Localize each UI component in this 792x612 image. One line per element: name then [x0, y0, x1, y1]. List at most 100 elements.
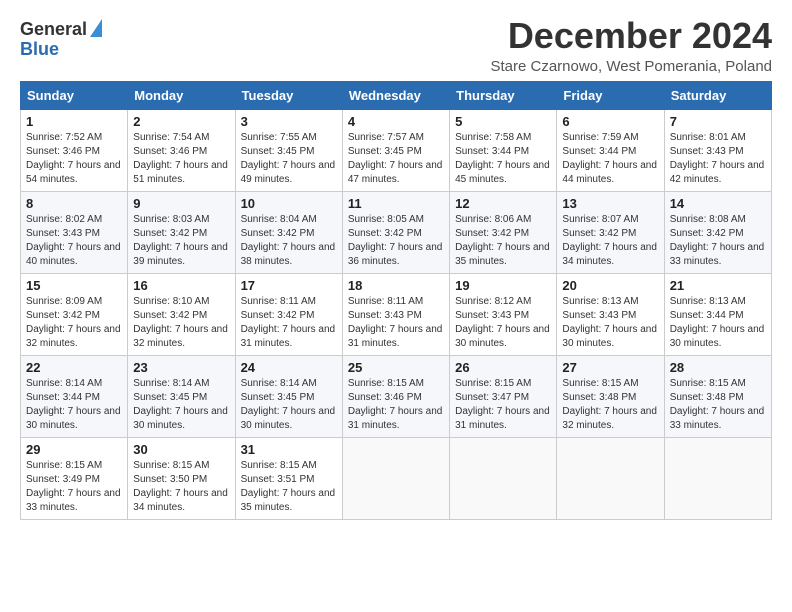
col-thursday: Thursday [450, 81, 557, 109]
header-row: Sunday Monday Tuesday Wednesday Thursday… [21, 81, 772, 109]
calendar-week-row: 15 Sunrise: 8:09 AMSunset: 3:42 PMDaylig… [21, 273, 772, 355]
day-info: Sunrise: 7:58 AMSunset: 3:44 PMDaylight:… [455, 131, 551, 187]
table-row: 3 Sunrise: 7:55 AMSunset: 3:45 PMDayligh… [235, 109, 342, 191]
day-number: 11 [348, 196, 444, 211]
table-row: 17 Sunrise: 8:11 AMSunset: 3:42 PMDaylig… [235, 273, 342, 355]
day-number: 20 [562, 278, 658, 293]
day-number: 31 [241, 442, 337, 457]
table-row [664, 437, 771, 519]
day-number: 10 [241, 196, 337, 211]
day-number: 6 [562, 114, 658, 129]
logo-general: General [20, 20, 87, 40]
calendar-week-row: 22 Sunrise: 8:14 AMSunset: 3:44 PMDaylig… [21, 355, 772, 437]
table-row: 4 Sunrise: 7:57 AMSunset: 3:45 PMDayligh… [342, 109, 449, 191]
day-number: 3 [241, 114, 337, 129]
day-number: 5 [455, 114, 551, 129]
table-row: 27 Sunrise: 8:15 AMSunset: 3:48 PMDaylig… [557, 355, 664, 437]
day-number: 25 [348, 360, 444, 375]
table-row: 7 Sunrise: 8:01 AMSunset: 3:43 PMDayligh… [664, 109, 771, 191]
day-number: 7 [670, 114, 766, 129]
table-row: 22 Sunrise: 8:14 AMSunset: 3:44 PMDaylig… [21, 355, 128, 437]
table-row: 8 Sunrise: 8:02 AMSunset: 3:43 PMDayligh… [21, 191, 128, 273]
table-row [450, 437, 557, 519]
location-subtitle: Stare Czarnowo, West Pomerania, Poland [490, 58, 772, 75]
calendar-table: Sunday Monday Tuesday Wednesday Thursday… [20, 81, 772, 520]
table-row: 1 Sunrise: 7:52 AMSunset: 3:46 PMDayligh… [21, 109, 128, 191]
table-row: 10 Sunrise: 8:04 AMSunset: 3:42 PMDaylig… [235, 191, 342, 273]
table-row: 15 Sunrise: 8:09 AMSunset: 3:42 PMDaylig… [21, 273, 128, 355]
day-info: Sunrise: 8:03 AMSunset: 3:42 PMDaylight:… [133, 213, 229, 269]
table-row: 24 Sunrise: 8:14 AMSunset: 3:45 PMDaylig… [235, 355, 342, 437]
day-number: 24 [241, 360, 337, 375]
col-wednesday: Wednesday [342, 81, 449, 109]
month-title: December 2024 [490, 16, 772, 56]
table-row: 16 Sunrise: 8:10 AMSunset: 3:42 PMDaylig… [128, 273, 235, 355]
day-info: Sunrise: 8:15 AMSunset: 3:51 PMDaylight:… [241, 459, 337, 515]
table-row: 12 Sunrise: 8:06 AMSunset: 3:42 PMDaylig… [450, 191, 557, 273]
day-number: 27 [562, 360, 658, 375]
day-number: 23 [133, 360, 229, 375]
day-number: 29 [26, 442, 122, 457]
table-row: 29 Sunrise: 8:15 AMSunset: 3:49 PMDaylig… [21, 437, 128, 519]
day-info: Sunrise: 7:55 AMSunset: 3:45 PMDaylight:… [241, 131, 337, 187]
day-info: Sunrise: 8:14 AMSunset: 3:44 PMDaylight:… [26, 377, 122, 433]
day-number: 8 [26, 196, 122, 211]
day-info: Sunrise: 7:52 AMSunset: 3:46 PMDaylight:… [26, 131, 122, 187]
day-info: Sunrise: 8:12 AMSunset: 3:43 PMDaylight:… [455, 295, 551, 351]
table-row: 21 Sunrise: 8:13 AMSunset: 3:44 PMDaylig… [664, 273, 771, 355]
table-row: 9 Sunrise: 8:03 AMSunset: 3:42 PMDayligh… [128, 191, 235, 273]
logo: General Blue [20, 20, 102, 60]
day-info: Sunrise: 8:11 AMSunset: 3:42 PMDaylight:… [241, 295, 337, 351]
day-number: 1 [26, 114, 122, 129]
day-info: Sunrise: 8:15 AMSunset: 3:48 PMDaylight:… [670, 377, 766, 433]
col-tuesday: Tuesday [235, 81, 342, 109]
day-number: 16 [133, 278, 229, 293]
table-row: 28 Sunrise: 8:15 AMSunset: 3:48 PMDaylig… [664, 355, 771, 437]
day-info: Sunrise: 8:02 AMSunset: 3:43 PMDaylight:… [26, 213, 122, 269]
day-info: Sunrise: 8:11 AMSunset: 3:43 PMDaylight:… [348, 295, 444, 351]
day-number: 14 [670, 196, 766, 211]
day-info: Sunrise: 8:15 AMSunset: 3:47 PMDaylight:… [455, 377, 551, 433]
day-info: Sunrise: 8:01 AMSunset: 3:43 PMDaylight:… [670, 131, 766, 187]
day-number: 15 [26, 278, 122, 293]
day-info: Sunrise: 7:54 AMSunset: 3:46 PMDaylight:… [133, 131, 229, 187]
calendar-week-row: 1 Sunrise: 7:52 AMSunset: 3:46 PMDayligh… [21, 109, 772, 191]
header: General Blue December 2024 Stare Czarnow… [20, 16, 772, 75]
day-number: 2 [133, 114, 229, 129]
day-info: Sunrise: 8:08 AMSunset: 3:42 PMDaylight:… [670, 213, 766, 269]
table-row: 20 Sunrise: 8:13 AMSunset: 3:43 PMDaylig… [557, 273, 664, 355]
col-friday: Friday [557, 81, 664, 109]
col-sunday: Sunday [21, 81, 128, 109]
table-row: 25 Sunrise: 8:15 AMSunset: 3:46 PMDaylig… [342, 355, 449, 437]
table-row: 2 Sunrise: 7:54 AMSunset: 3:46 PMDayligh… [128, 109, 235, 191]
table-row: 6 Sunrise: 7:59 AMSunset: 3:44 PMDayligh… [557, 109, 664, 191]
day-number: 30 [133, 442, 229, 457]
day-info: Sunrise: 8:14 AMSunset: 3:45 PMDaylight:… [241, 377, 337, 433]
day-info: Sunrise: 8:13 AMSunset: 3:43 PMDaylight:… [562, 295, 658, 351]
day-number: 12 [455, 196, 551, 211]
day-info: Sunrise: 8:13 AMSunset: 3:44 PMDaylight:… [670, 295, 766, 351]
day-info: Sunrise: 8:07 AMSunset: 3:42 PMDaylight:… [562, 213, 658, 269]
day-number: 21 [670, 278, 766, 293]
day-info: Sunrise: 8:15 AMSunset: 3:46 PMDaylight:… [348, 377, 444, 433]
table-row: 26 Sunrise: 8:15 AMSunset: 3:47 PMDaylig… [450, 355, 557, 437]
day-number: 22 [26, 360, 122, 375]
col-monday: Monday [128, 81, 235, 109]
day-info: Sunrise: 8:09 AMSunset: 3:42 PMDaylight:… [26, 295, 122, 351]
logo-triangle-icon [90, 19, 102, 37]
day-info: Sunrise: 8:04 AMSunset: 3:42 PMDaylight:… [241, 213, 337, 269]
day-number: 28 [670, 360, 766, 375]
calendar-week-row: 29 Sunrise: 8:15 AMSunset: 3:49 PMDaylig… [21, 437, 772, 519]
day-info: Sunrise: 8:05 AMSunset: 3:42 PMDaylight:… [348, 213, 444, 269]
day-number: 26 [455, 360, 551, 375]
title-area: December 2024 Stare Czarnowo, West Pomer… [490, 16, 772, 75]
calendar-week-row: 8 Sunrise: 8:02 AMSunset: 3:43 PMDayligh… [21, 191, 772, 273]
day-number: 17 [241, 278, 337, 293]
day-info: Sunrise: 8:10 AMSunset: 3:42 PMDaylight:… [133, 295, 229, 351]
day-info: Sunrise: 8:15 AMSunset: 3:49 PMDaylight:… [26, 459, 122, 515]
table-row: 14 Sunrise: 8:08 AMSunset: 3:42 PMDaylig… [664, 191, 771, 273]
table-row [342, 437, 449, 519]
col-saturday: Saturday [664, 81, 771, 109]
day-number: 19 [455, 278, 551, 293]
day-info: Sunrise: 7:59 AMSunset: 3:44 PMDaylight:… [562, 131, 658, 187]
